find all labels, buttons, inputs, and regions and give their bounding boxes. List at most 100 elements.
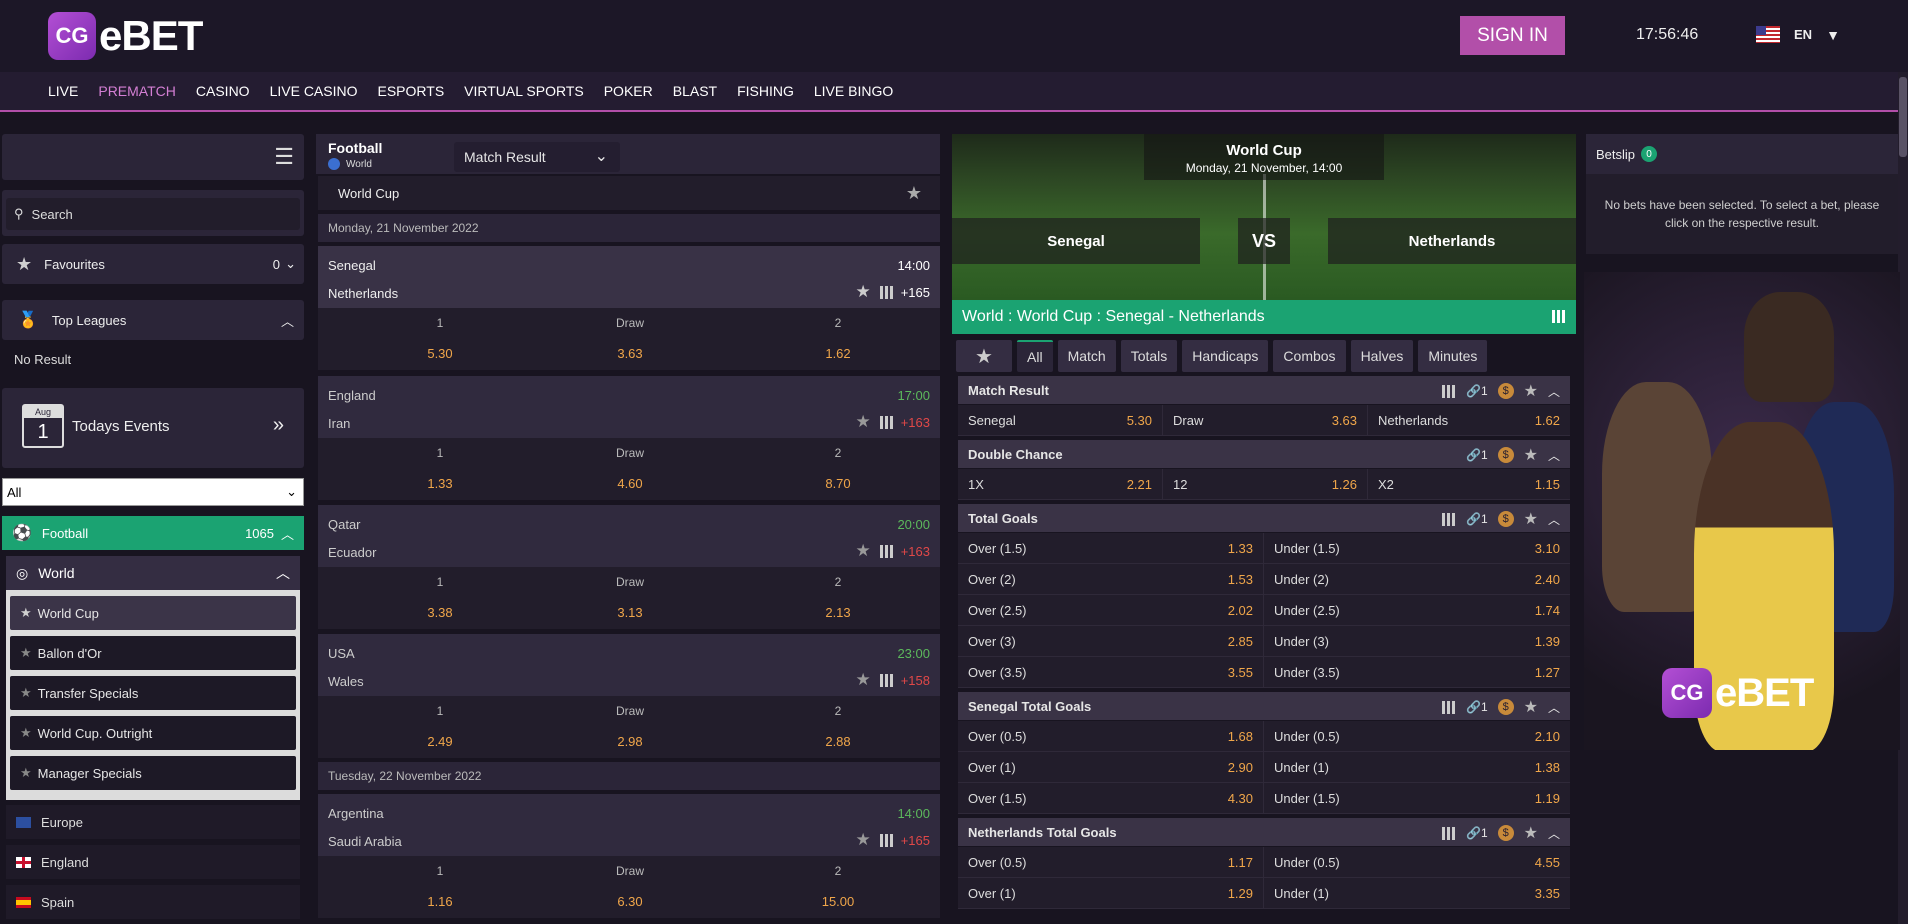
odds-cell[interactable]: Under (1.5) 1.19	[1264, 783, 1570, 813]
link-icon[interactable]: 🔗1	[1466, 384, 1488, 398]
odds-home[interactable]: 3.38	[340, 605, 540, 620]
match-row[interactable]: USA Wales 23:00 ★ +158 1 Draw 2 2.49 2.9…	[318, 634, 940, 758]
odds-cell[interactable]: Over (0.5) 1.68	[958, 721, 1264, 751]
odds-home[interactable]: 5.30	[340, 346, 540, 361]
nav-live[interactable]: LIVE	[48, 83, 78, 99]
odds-cell[interactable]: Under (2.5) 1.74	[1264, 595, 1570, 625]
match-row[interactable]: Qatar Ecuador 20:00 ★ +163 1 Draw 2 3.38…	[318, 505, 940, 629]
sign-in-button[interactable]: SIGN IN	[1460, 16, 1565, 55]
search-input[interactable]: ⚲ Search	[6, 198, 300, 230]
star-icon[interactable]: ★	[1524, 509, 1538, 529]
odds-cell[interactable]: Under (0.5) 4.55	[1264, 847, 1570, 877]
odds-away[interactable]: 8.70	[738, 476, 938, 491]
odds-cell[interactable]: Under (2) 2.40	[1264, 564, 1570, 594]
chevron-up-icon[interactable]: ︿	[1548, 447, 1560, 464]
odds-cell[interactable]: Under (1) 3.35	[1264, 878, 1570, 908]
odds-cell[interactable]: Over (1) 2.90	[958, 752, 1264, 782]
tab-halves[interactable]: Halves	[1350, 340, 1414, 372]
stats-icon[interactable]	[1440, 512, 1456, 526]
tab-minutes[interactable]: Minutes	[1418, 340, 1488, 372]
star-icon[interactable]: ★	[1524, 445, 1538, 465]
link-icon[interactable]: 🔗1	[1466, 512, 1488, 526]
link-icon[interactable]: 🔗1	[1466, 448, 1488, 462]
odds-cell[interactable]: Under (1.5) 3.10	[1264, 533, 1570, 563]
odds-cell[interactable]: Draw 3.63	[1163, 405, 1368, 435]
odds-draw[interactable]: 2.98	[530, 734, 730, 749]
odds-cell[interactable]: X2 1.15	[1368, 469, 1570, 499]
tab-match[interactable]: Match	[1057, 340, 1116, 372]
promo-banner[interactable]: CG eBET	[1584, 272, 1900, 750]
nav-virtual-sports[interactable]: VIRTUAL SPORTS	[464, 83, 584, 99]
country-spain[interactable]: Spain	[6, 885, 300, 919]
stats-icon[interactable]	[878, 673, 895, 687]
stats-icon[interactable]	[1550, 310, 1566, 323]
match-row[interactable]: Argentina Saudi Arabia 14:00 ★ +165 1 Dr…	[318, 794, 940, 918]
scrollbar-thumb[interactable]	[1899, 77, 1907, 157]
odds-home[interactable]: 1.33	[340, 476, 540, 491]
nav-live-casino[interactable]: LIVE CASINO	[270, 83, 358, 99]
odds-draw[interactable]: 3.13	[530, 605, 730, 620]
star-icon[interactable]: ★	[855, 830, 870, 850]
odds-cell[interactable]: Over (2.5) 2.02	[958, 595, 1264, 625]
country-england[interactable]: England	[6, 845, 300, 879]
top-leagues-row[interactable]: 🏅 Top Leagues ︿	[2, 300, 304, 340]
odds-cell[interactable]: 12 1.26	[1163, 469, 1368, 499]
stats-icon[interactable]	[1440, 384, 1456, 398]
odds-away[interactable]: 2.13	[738, 605, 938, 620]
country-europe[interactable]: Europe	[6, 805, 300, 839]
odds-cell[interactable]: Under (1) 1.38	[1264, 752, 1570, 782]
stats-icon[interactable]	[878, 544, 895, 558]
brand-logo[interactable]: CG eBET	[48, 12, 203, 60]
tab-totals[interactable]: Totals	[1120, 340, 1178, 372]
match-row[interactable]: England Iran 17:00 ★ +163 1 Draw 2 1.33 …	[318, 376, 940, 500]
favourites-row[interactable]: ★ Favourites 0 ⌄	[2, 244, 304, 284]
odds-cell[interactable]: Over (3.5) 3.55	[958, 657, 1264, 687]
language-selector[interactable]: EN ▼	[1756, 26, 1840, 43]
more-markets-count[interactable]: +163	[901, 544, 930, 559]
odds-draw[interactable]: 4.60	[530, 476, 730, 491]
league-ballon-dor[interactable]: ★ Ballon d'Or	[10, 636, 296, 670]
more-markets-count[interactable]: +165	[901, 833, 930, 848]
stats-icon[interactable]	[878, 415, 895, 429]
tab-combos[interactable]: Combos	[1273, 340, 1346, 372]
nav-live-bingo[interactable]: LIVE BINGO	[814, 83, 893, 99]
chevron-up-icon[interactable]: ︿	[1548, 511, 1560, 528]
sport-football[interactable]: ⚽ Football 1065 ︿	[2, 516, 304, 550]
stats-icon[interactable]	[1440, 826, 1456, 840]
favourites-tab-star-icon[interactable]: ★	[956, 340, 1012, 372]
chevron-up-icon[interactable]: ︿	[1548, 383, 1560, 400]
league-row[interactable]: World Cup ★	[318, 176, 940, 210]
match-header[interactable]: USA Wales 23:00 ★ +158	[318, 634, 940, 696]
odds-cell[interactable]: Over (0.5) 1.17	[958, 847, 1264, 877]
odds-home[interactable]: 2.49	[340, 734, 540, 749]
star-icon[interactable]: ★	[1524, 823, 1538, 843]
odds-cell[interactable]: Under (0.5) 2.10	[1264, 721, 1570, 751]
chevron-up-icon[interactable]: ︿	[1548, 825, 1560, 842]
nav-casino[interactable]: CASINO	[196, 83, 250, 99]
star-icon[interactable]: ★	[855, 670, 870, 690]
match-header[interactable]: Qatar Ecuador 20:00 ★ +163	[318, 505, 940, 567]
match-header[interactable]: Senegal Netherlands 14:00 ★ +165	[318, 246, 940, 308]
filter-select[interactable]: All ⌄	[2, 478, 304, 506]
odds-cell[interactable]: 1X 2.21	[958, 469, 1163, 499]
odds-draw[interactable]: 3.63	[530, 346, 730, 361]
nav-prematch[interactable]: PREMATCH	[98, 83, 176, 99]
star-icon[interactable]: ★	[1524, 381, 1538, 401]
league-world-cup-outright[interactable]: ★ World Cup. Outright	[10, 716, 296, 750]
match-header[interactable]: England Iran 17:00 ★ +163	[318, 376, 940, 438]
odds-cell[interactable]: Over (2) 1.53	[958, 564, 1264, 594]
odds-away[interactable]: 1.62	[738, 346, 938, 361]
odds-cell[interactable]: Over (1.5) 4.30	[958, 783, 1264, 813]
match-row[interactable]: Senegal Netherlands 14:00 ★ +165 1 Draw …	[318, 246, 940, 370]
link-icon[interactable]: 🔗1	[1466, 700, 1488, 714]
odds-cell[interactable]: Under (3.5) 1.27	[1264, 657, 1570, 687]
star-icon[interactable]: ★	[855, 541, 870, 561]
stats-icon[interactable]	[1440, 700, 1456, 714]
market-header-total-goals[interactable]: Total Goals 🔗1 $ ★ ︿	[958, 504, 1570, 532]
more-markets-count[interactable]: +165	[901, 285, 930, 300]
tab-all[interactable]: All	[1017, 340, 1053, 372]
nav-blast[interactable]: BLAST	[673, 83, 717, 99]
odds-cell[interactable]: Senegal 5.30	[958, 405, 1163, 435]
odds-home[interactable]: 1.16	[340, 894, 540, 909]
odds-away[interactable]: 2.88	[738, 734, 938, 749]
